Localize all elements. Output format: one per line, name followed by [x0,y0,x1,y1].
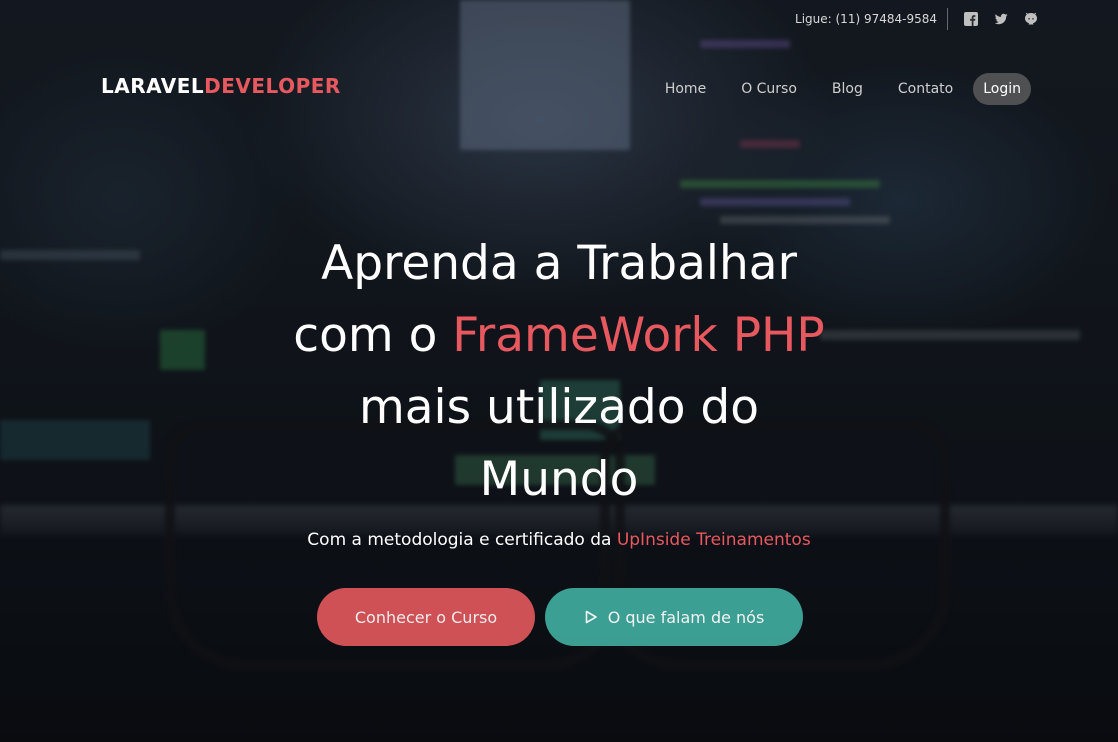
site-logo[interactable]: LARAVELDEVELOPER [101,74,341,98]
headline-line-2-prefix: com o [293,308,453,363]
social-links [964,12,1038,26]
hero-headline: Aprenda a Trabalhar com o FrameWork PHP … [0,228,1118,516]
hero-buttons: Conhecer o Curso O que falam de nós [317,588,803,646]
subtitle-accent: UpInside Treinamentos [616,530,811,550]
headline-line-3: mais utilizado do [358,380,760,435]
twitter-icon[interactable] [994,12,1008,26]
nav-item-o-curso[interactable]: O Curso [741,81,797,97]
facebook-icon[interactable] [964,12,978,26]
depoimentos-button[interactable]: O que falam de nós [545,588,803,646]
nav-item-blog[interactable]: Blog [832,81,863,97]
headline-accent: FrameWork PHP [452,308,825,363]
hero-subtitle: Com a metodologia e certificado da UpIns… [0,530,1118,550]
phone-number: Ligue: (11) 97484-9584 [795,8,948,30]
depoimentos-label: O que falam de nós [607,607,765,627]
nav-item-contato[interactable]: Contato [898,81,953,97]
hero-section: Ligue: (11) 97484-9584 LARAVELDEVELOPER … [0,0,1118,742]
nav-item-home[interactable]: Home [665,81,706,97]
main-nav: Home O Curso Blog Contato Login [630,73,1031,105]
login-button[interactable]: Login [973,73,1031,105]
conhecer-curso-button[interactable]: Conhecer o Curso [317,588,535,646]
top-bar: Ligue: (11) 97484-9584 [795,8,1038,30]
subtitle-prefix: Com a metodologia e certificado da [307,530,617,550]
conhecer-curso-label: Conhecer o Curso [354,607,498,627]
logo-part-laravel: LARAVEL [101,74,205,98]
github-icon[interactable] [1024,12,1038,26]
headline-line-4: Mundo [479,452,639,507]
logo-part-developer: DEVELOPER [204,74,341,98]
headline-line-1: Aprenda a Trabalhar [321,236,797,291]
play-icon [584,610,598,624]
